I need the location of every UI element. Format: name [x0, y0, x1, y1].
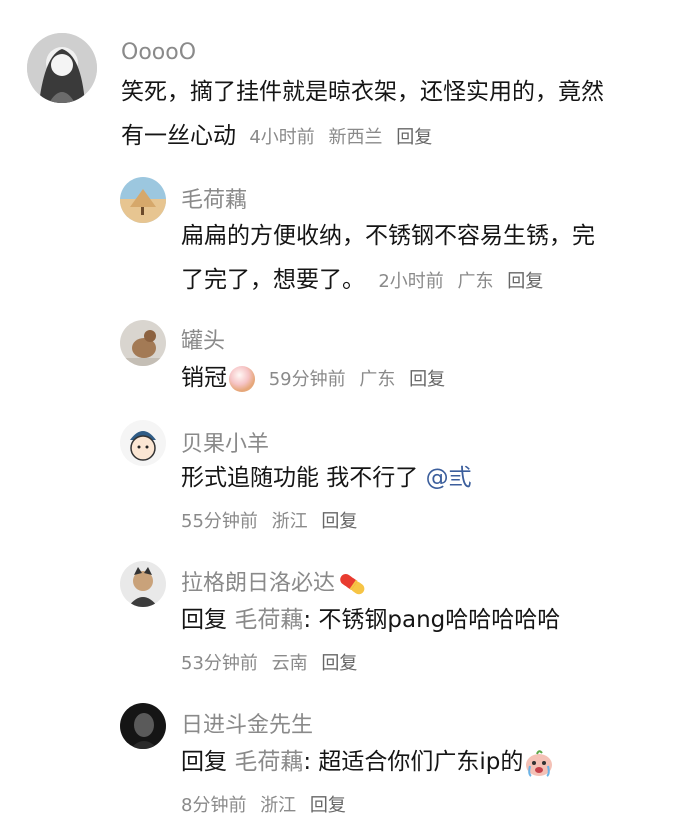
reply-to-user[interactable]: 毛荷藕: [234, 607, 303, 633]
username[interactable]: 日进斗金先生: [181, 707, 313, 739]
reply-prefix: 回复: [181, 749, 227, 775]
timestamp: 4小时前: [249, 127, 315, 148]
pill-emoji: [337, 571, 369, 597]
comment-line: 笑死，摘了挂件就是晾衣架，还怪实用的，竟然: [121, 79, 604, 105]
timestamp: 53分钟前: [181, 653, 258, 674]
comment-text: 笑死，摘了挂件就是晾衣架，还怪实用的，竟然 有一丝心动 4小时前 新西兰 回复: [121, 70, 681, 160]
comment-line: 回复 毛荷藕: 超适合你们广东ip的: [181, 740, 681, 784]
comment-line-with-meta: 了完了，想要了。 2小时前 广东 回复: [181, 258, 681, 304]
avatar[interactable]: [120, 420, 166, 466]
avatar[interactable]: [27, 33, 97, 103]
location: 广东: [457, 271, 494, 292]
timestamp: 8分钟前: [181, 795, 247, 816]
comment-meta: 55分钟前 浙江 回复: [181, 500, 681, 544]
comment-line: 形式追随功能 我不行了 @弎: [181, 456, 681, 500]
location: 新西兰: [328, 127, 383, 148]
avatar-image: [120, 177, 166, 223]
timestamp: 2小时前: [378, 271, 444, 292]
username[interactable]: 贝果小羊: [181, 426, 269, 458]
location: 广东: [359, 369, 396, 390]
mention-link[interactable]: @弎: [426, 465, 472, 491]
timestamp: 55分钟前: [181, 511, 258, 532]
avatar-image: [120, 420, 166, 466]
comment-text: 回复 毛荷藕: 不锈钢pang哈哈哈哈哈 53分钟前 云南 回复: [181, 598, 681, 686]
comment-meta: 2小时前 广东 回复: [378, 271, 551, 292]
avatar-image: [120, 703, 166, 749]
location: 云南: [271, 653, 308, 674]
username[interactable]: 拉格朗日洛必达: [181, 565, 369, 597]
comment-text: 形式追随功能 我不行了 @弎 55分钟前 浙江 回复: [181, 456, 681, 544]
username-text: 拉格朗日洛必达: [181, 571, 336, 596]
avatar-image: [120, 320, 166, 366]
avatar[interactable]: [120, 177, 166, 223]
avatar-image: [120, 561, 166, 607]
timestamp: 59分钟前: [268, 369, 346, 390]
comment-line: 扁扁的方便收纳，不锈钢不容易生锈，完: [181, 223, 595, 249]
comment-meta: 59分钟前 广东 回复: [263, 369, 453, 390]
comment-line: 回复 毛荷藕: 不锈钢pang哈哈哈哈哈: [181, 598, 681, 642]
avatar-image: [27, 33, 97, 103]
location: 浙江: [260, 795, 297, 816]
comment-meta: 4小时前 新西兰 回复: [249, 127, 440, 148]
comment-line-with-meta: 有一丝心动 4小时前 新西兰 回复: [121, 114, 681, 160]
reply-button[interactable]: 回复: [409, 369, 445, 390]
comment-text: 销冠 59分钟前 广东 回复: [181, 356, 681, 402]
comment-line: 了完了，想要了。: [181, 267, 365, 293]
pearl-emoji: [227, 364, 257, 394]
reply-button[interactable]: 回复: [310, 795, 346, 816]
comment-text: 回复 毛荷藕: 超适合你们广东ip的 8分钟前 浙江 回复: [181, 740, 681, 828]
reply-button[interactable]: 回复: [321, 511, 357, 532]
reply-button[interactable]: 回复: [396, 127, 432, 148]
comment-meta: 8分钟前 浙江 回复: [181, 784, 681, 828]
reply-button[interactable]: 回复: [507, 271, 543, 292]
comment-text: 扁扁的方便收纳，不锈钢不容易生锈，完 了完了，想要了。 2小时前 广东 回复: [181, 214, 681, 304]
crying-face-emoji: [523, 748, 555, 778]
username[interactable]: 罐头: [181, 323, 225, 355]
reply-to-user[interactable]: 毛荷藕: [234, 749, 303, 775]
reply-button[interactable]: 回复: [321, 653, 357, 674]
comment-meta: 53分钟前 云南 回复: [181, 642, 681, 686]
comment-content: : 不锈钢pang哈哈哈哈哈: [303, 607, 561, 633]
username[interactable]: OoooO: [121, 40, 196, 65]
location: 浙江: [271, 511, 308, 532]
comment-content: 销冠: [181, 365, 227, 391]
avatar[interactable]: [120, 320, 166, 366]
avatar[interactable]: [120, 561, 166, 607]
comment-content: 形式追随功能 我不行了: [181, 465, 426, 491]
comment-content: : 超适合你们广东ip的: [303, 749, 524, 775]
avatar[interactable]: [120, 703, 166, 749]
comment-line: 有一丝心动: [121, 123, 236, 149]
reply-prefix: 回复: [181, 607, 227, 633]
username[interactable]: 毛荷藕: [181, 182, 247, 214]
